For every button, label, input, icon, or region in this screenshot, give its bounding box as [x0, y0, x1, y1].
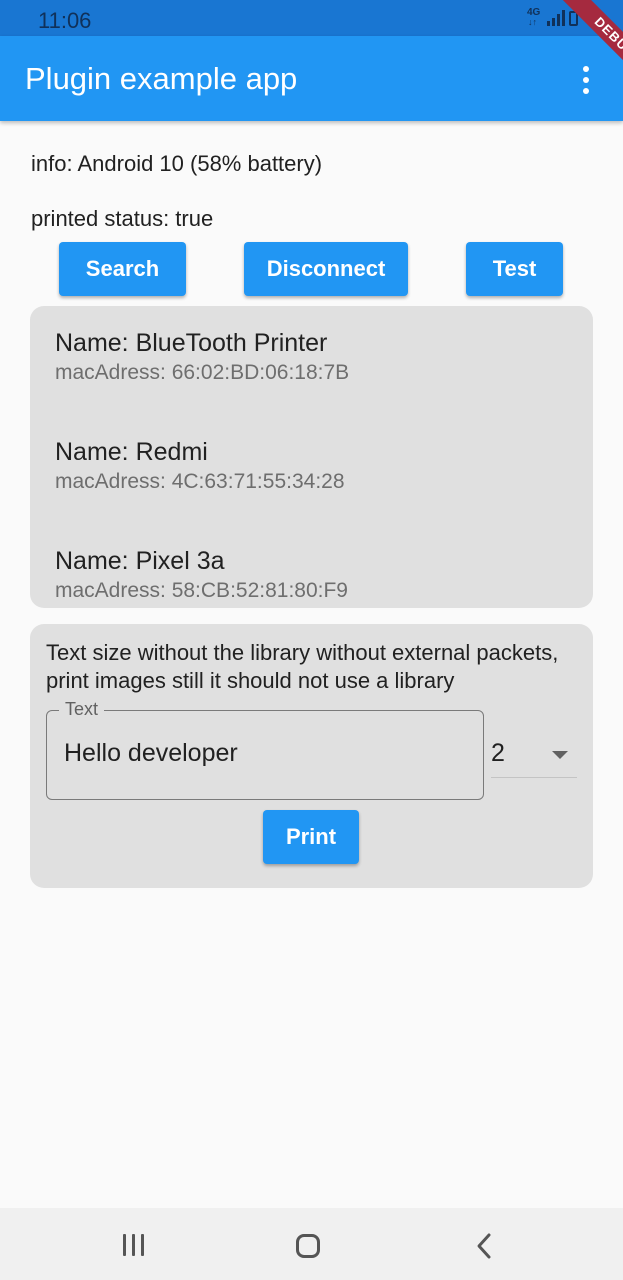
app-title: Plugin example app: [25, 61, 298, 96]
status-time: 11:06: [38, 8, 92, 33]
device-list[interactable]: Name: BlueTooth Printer macAdress: 66:02…: [30, 306, 593, 608]
text-size-dropdown[interactable]: 2: [491, 734, 577, 778]
recents-icon[interactable]: [123, 1234, 147, 1256]
printed-status-text: printed status: true: [31, 206, 214, 231]
search-button[interactable]: Search: [59, 242, 186, 296]
device-name: Name: Pixel 3a: [55, 547, 225, 575]
text-input-field[interactable]: Text Hello developer: [46, 698, 484, 800]
text-field-label: Text: [59, 698, 105, 720]
dropdown-arrow-icon: [552, 751, 568, 759]
debug-banner-label: DEBUG: [554, 0, 623, 99]
device-name: Name: Redmi: [55, 438, 208, 466]
system-navigation-bar: [0, 1208, 623, 1280]
list-item-device[interactable]: Name: Pixel 3a macAdress: 58:CB:52:81:80…: [55, 546, 575, 604]
device-mac-address: macAdress: 66:02:BD:06:18:7B: [55, 361, 350, 384]
back-icon[interactable]: [474, 1232, 494, 1260]
text-size-value: 2: [491, 739, 505, 767]
device-mac-address: macAdress: 58:CB:52:81:80:F9: [55, 579, 348, 602]
print-description: Text size without the library without ex…: [46, 640, 559, 693]
print-button[interactable]: Print: [263, 810, 359, 864]
device-info-text: info: Android 10 (58% battery): [31, 151, 323, 176]
device-name: Name: BlueTooth Printer: [55, 329, 328, 357]
debug-banner: DEBUG: [520, 0, 623, 103]
test-button[interactable]: Test: [466, 242, 563, 296]
list-item-device[interactable]: Name: Redmi macAdress: 4C:63:71:55:34:28: [55, 437, 575, 495]
print-panel: Text size without the library without ex…: [30, 624, 593, 888]
text-field-value[interactable]: Hello developer: [64, 738, 238, 768]
disconnect-button[interactable]: Disconnect: [244, 242, 408, 296]
list-item-device[interactable]: Name: BlueTooth Printer macAdress: 66:02…: [55, 328, 575, 386]
home-icon[interactable]: [296, 1234, 320, 1258]
device-mac-address: macAdress: 4C:63:71:55:34:28: [55, 470, 345, 493]
